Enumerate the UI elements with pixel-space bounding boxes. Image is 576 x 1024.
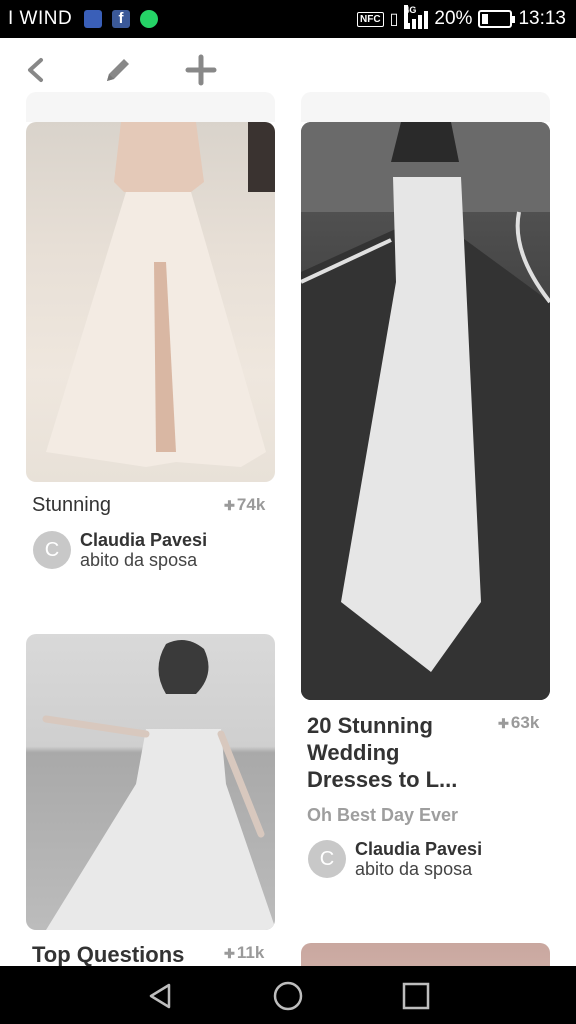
pin-title-line: Wedding: [307, 740, 400, 765]
battery-percent: 20%: [434, 8, 473, 29]
navigation-bar: [0, 966, 576, 1024]
facebook-icon: f: [112, 10, 130, 28]
home-circle-icon[interactable]: [270, 978, 306, 1014]
pin-icon: ✚: [224, 498, 235, 513]
recents-square-icon[interactable]: [398, 978, 434, 1014]
pin-board-name[interactable]: abito da sposa: [80, 550, 197, 571]
edit-icon[interactable]: [98, 50, 138, 90]
pin-image-wedding-dresses[interactable]: [301, 122, 550, 700]
signal-icon: 4G: [404, 5, 429, 29]
vibrate-icon: ▯: [389, 11, 399, 28]
pin-user-name[interactable]: Claudia Pavesi: [355, 839, 482, 860]
back-icon[interactable]: [16, 50, 56, 90]
repin-count: ✚ 11k: [224, 943, 265, 962]
messenger-icon: [84, 10, 102, 28]
add-icon[interactable]: [181, 50, 221, 90]
pin-user-name[interactable]: Claudia Pavesi: [80, 530, 207, 551]
pin-title[interactable]: Top Questions: [32, 942, 184, 968]
battery-icon: [478, 10, 516, 28]
pin-title-line: 20 Stunning: [307, 713, 433, 738]
pin-image-stunning[interactable]: [26, 122, 275, 482]
card-top-shadow: [26, 92, 275, 122]
nfc-icon: NFC: [357, 11, 384, 27]
pin-icon: ✚: [224, 946, 235, 961]
card-top-shadow: [301, 92, 550, 122]
carrier-name: I WIND: [8, 8, 73, 29]
status-bar: I WIND f NFC ▯ 4G 20% 13:13: [0, 0, 576, 38]
pin-image-beach-dress[interactable]: [26, 634, 275, 930]
pin-icon: ✚: [498, 716, 509, 731]
whatsapp-icon: [140, 10, 158, 28]
pin-title[interactable]: 20 Stunning Wedding Dresses to L...: [307, 712, 457, 793]
repin-count: ✚ 63k: [498, 713, 540, 732]
avatar[interactable]: C: [33, 531, 71, 569]
repin-count: ✚ 74k: [224, 495, 266, 514]
back-triangle-icon[interactable]: [142, 978, 178, 1014]
pin-board-name[interactable]: abito da sposa: [355, 859, 472, 880]
pin-title[interactable]: Stunning: [32, 494, 111, 517]
avatar[interactable]: C: [308, 840, 346, 878]
status-icons: NFC ▯ 4G 20% 13:13: [357, 5, 566, 30]
clock: 13:13: [518, 8, 566, 29]
pin-source[interactable]: Oh Best Day Ever: [307, 805, 458, 826]
pin-title-line: Dresses to L...: [307, 767, 458, 792]
